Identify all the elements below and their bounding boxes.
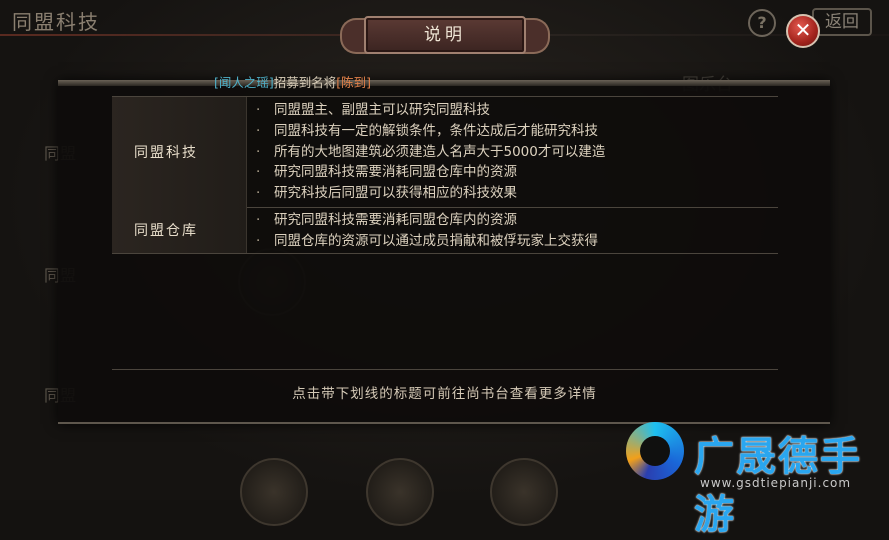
footer-note: 点击带下划线的标题可前往尚书台查看更多详情 bbox=[292, 386, 597, 402]
section-items: 同盟盟主、副盟主可以研究同盟科技 同盟科技有一定的解锁条件，条件达成后才能研究科… bbox=[256, 100, 605, 204]
section-label-cell: 同盟仓库 bbox=[112, 207, 247, 253]
bg-coin-icon bbox=[240, 458, 308, 526]
dialog-title: 说明 bbox=[424, 25, 466, 45]
bg-coin-icon bbox=[366, 458, 434, 526]
bg-coin-icon bbox=[490, 458, 558, 526]
close-icon[interactable]: ✕ bbox=[786, 14, 820, 48]
section-label: 同盟科技 bbox=[134, 145, 198, 161]
list-item: 所有的大地图建筑必须建造人名声大于5000才可以建造 bbox=[256, 142, 605, 163]
list-item: 同盟仓库的资源可以通过成员捐献和被俘玩家上交获得 bbox=[256, 231, 598, 252]
brand-logo-icon bbox=[626, 422, 684, 480]
list-item: 研究科技后同盟可以获得相应的科技效果 bbox=[256, 183, 605, 204]
list-item: 同盟盟主、副盟主可以研究同盟科技 bbox=[256, 100, 605, 121]
back-button[interactable]: 返回 bbox=[812, 8, 872, 36]
watermark-url: www.gsdtiepianji.com bbox=[700, 476, 852, 490]
news-general-name: [陈到] bbox=[336, 75, 372, 90]
news-hero-name: [闻人之瑶] bbox=[214, 75, 274, 90]
info-table: 同盟科技 同盟盟主、副盟主可以研究同盟科技 同盟科技有一定的解锁条件，条件达成后… bbox=[112, 96, 778, 370]
dialog-title-plate: 说明 bbox=[340, 14, 550, 54]
news-ticker: [闻人之瑶]招募到名将[陈到] bbox=[214, 72, 371, 91]
section-alliance-tech: 同盟科技 同盟盟主、副盟主可以研究同盟科技 同盟科技有一定的解锁条件，条件达成后… bbox=[112, 97, 778, 208]
list-item: 研究同盟科技需要消耗同盟仓库中的资源 bbox=[256, 162, 605, 183]
section-label-cell: 同盟科技 bbox=[112, 97, 247, 207]
dialog-top-edge bbox=[58, 80, 830, 86]
watermark: 广晟德手游 www.gsdtiepianji.com bbox=[612, 414, 889, 538]
list-item: 同盟科技有一定的解锁条件，条件达成后才能研究科技 bbox=[256, 121, 605, 142]
section-items: 研究同盟科技需要消耗同盟仓库内的资源 同盟仓库的资源可以通过成员捐献和被俘玩家上… bbox=[256, 210, 598, 252]
list-item: 研究同盟科技需要消耗同盟仓库内的资源 bbox=[256, 210, 598, 231]
help-icon[interactable]: ? bbox=[748, 9, 776, 37]
bg-page-title: 同盟科技 bbox=[12, 10, 100, 34]
section-label: 同盟仓库 bbox=[134, 223, 198, 239]
section-alliance-warehouse: 同盟仓库 研究同盟科技需要消耗同盟仓库内的资源 同盟仓库的资源可以通过成员捐献和… bbox=[112, 207, 778, 254]
news-middle-text: 招募到名将 bbox=[273, 75, 337, 90]
